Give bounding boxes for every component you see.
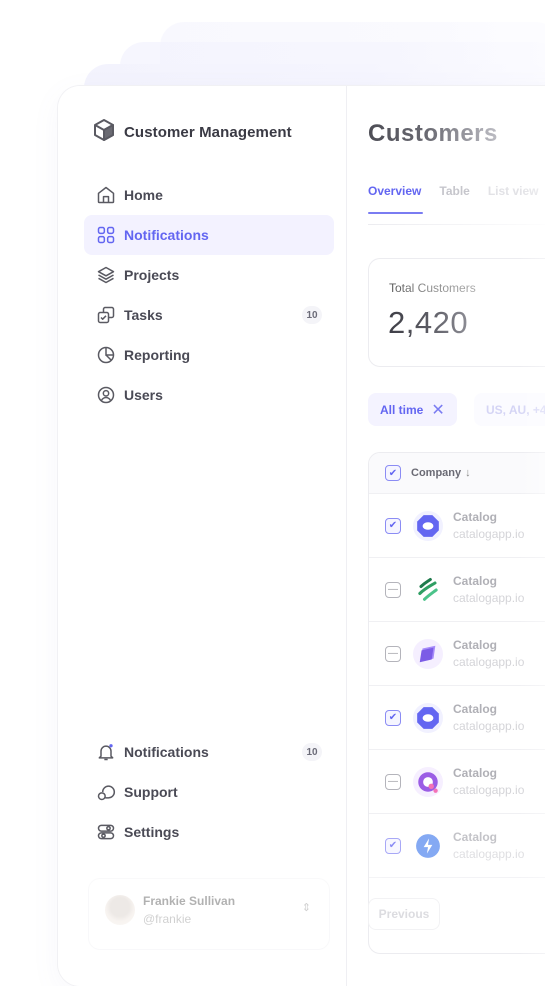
- row-checkbox[interactable]: —: [385, 645, 401, 662]
- table-row[interactable]: ✔ Catalog catalogapp.io: [369, 814, 545, 878]
- user-account-switcher[interactable]: Frankie Sullivan @frankie ⇕: [88, 878, 330, 950]
- sidebar-item-home[interactable]: Home: [84, 175, 334, 215]
- sidebar-item-settings[interactable]: Settings: [84, 812, 334, 852]
- row-checkbox[interactable]: ✔: [385, 517, 401, 534]
- close-icon[interactable]: ✕: [431, 400, 444, 420]
- tasks-icon: [96, 305, 116, 325]
- company-domain: catalogapp.io: [453, 591, 525, 605]
- tab-table[interactable]: Table: [439, 184, 469, 214]
- pie-chart-icon: [96, 345, 116, 365]
- filter-chip-all-time[interactable]: All time ✕: [368, 393, 457, 426]
- page-title: Customers: [368, 120, 498, 147]
- arrow-down-icon[interactable]: ↓: [465, 467, 471, 479]
- table-header: ✔ Company ↓: [369, 453, 545, 494]
- user-circle-icon: [96, 385, 116, 405]
- settings-toggle-icon: [96, 822, 116, 842]
- sidebar: Customer Management Home Notifications P…: [58, 86, 347, 986]
- tab-bar: Overview Table List view: [368, 184, 539, 214]
- company-name: Catalog: [453, 638, 498, 652]
- table-row[interactable]: — Catalog catalogapp.io: [369, 750, 545, 814]
- sidebar-item-notifications[interactable]: Notifications: [84, 215, 334, 255]
- layers-icon: [96, 265, 116, 285]
- sidebar-item-label: Tasks: [124, 307, 163, 323]
- sidebar-item-notifications-bottom[interactable]: Notifications 10: [84, 732, 334, 772]
- notifications-count-badge: 10: [302, 743, 322, 761]
- filter-chip-label: All time: [380, 402, 424, 417]
- avatar: [105, 895, 135, 925]
- company-name: Catalog: [453, 574, 498, 588]
- table-row[interactable]: — Catalog catalogapp.io: [369, 558, 545, 622]
- company-domain: catalogapp.io: [453, 527, 525, 541]
- company-domain: catalogapp.io: [453, 719, 525, 733]
- sidebar-bottom-nav: Notifications 10 Support Settings: [84, 732, 334, 852]
- sidebar-item-label: Home: [124, 187, 163, 203]
- cube-icon: [92, 118, 116, 147]
- company-name: Catalog: [453, 510, 498, 524]
- waves-logo-icon: [413, 575, 443, 605]
- sidebar-item-label: Settings: [124, 824, 180, 840]
- sidebar-item-label: Notifications: [124, 227, 209, 243]
- bolt-logo-icon: [413, 831, 443, 861]
- octagon-logo-icon: [413, 510, 443, 541]
- company-domain: catalogapp.io: [453, 847, 525, 861]
- company-name: Catalog: [453, 766, 498, 780]
- octagon-logo-icon: [413, 702, 443, 733]
- chevron-up-down-icon: ⇕: [301, 902, 311, 914]
- row-checkbox[interactable]: ✔: [385, 709, 401, 726]
- sidebar-item-projects[interactable]: Projects: [84, 255, 334, 295]
- sidebar-item-label: Support: [124, 784, 178, 800]
- table-row[interactable]: ✔ Catalog catalogapp.io: [369, 494, 545, 558]
- support-icon: [96, 782, 116, 802]
- sidebar-item-reporting[interactable]: Reporting: [84, 335, 334, 375]
- tab-list-view[interactable]: List view: [488, 184, 539, 214]
- select-all-checkbox[interactable]: ✔: [385, 465, 401, 481]
- row-checkbox[interactable]: —: [385, 773, 401, 790]
- sidebar-item-tasks[interactable]: Tasks 10: [84, 295, 334, 335]
- stat-label: Total Customers: [389, 281, 476, 295]
- main-content: Customers Overview Table List view Total…: [347, 86, 545, 986]
- tab-overview[interactable]: Overview: [368, 184, 424, 214]
- row-checkbox[interactable]: ✔: [385, 837, 401, 854]
- filter-chip-label: US, AU, +4: [486, 402, 545, 417]
- company-name: Catalog: [453, 702, 498, 716]
- row-checkbox[interactable]: —: [385, 581, 401, 598]
- sidebar-nav: Home Notifications Projects Tasks 10 Rep…: [84, 175, 334, 415]
- table-row[interactable]: ✔ Catalog catalogapp.io: [369, 686, 545, 750]
- sidebar-item-label: Notifications: [124, 744, 209, 760]
- bell-icon: [96, 742, 116, 762]
- sidebar-item-label: Projects: [124, 267, 180, 283]
- home-icon: [96, 185, 116, 205]
- app-title: Customer Management: [124, 124, 292, 141]
- sidebar-item-support[interactable]: Support: [84, 772, 334, 812]
- app-window: Customer Management Home Notifications P…: [58, 86, 545, 986]
- tasks-count-badge: 10: [302, 306, 322, 324]
- layers-logo-icon: [413, 638, 443, 669]
- stat-value: 2,420: [388, 305, 469, 340]
- table-row[interactable]: — Catalog catalogapp.io: [369, 622, 545, 686]
- brand[interactable]: Customer Management: [92, 118, 292, 147]
- company-domain: catalogapp.io: [453, 655, 525, 669]
- user-handle: @frankie: [143, 912, 192, 926]
- company-name: Catalog: [453, 830, 498, 844]
- q-logo-icon: [413, 766, 443, 797]
- grid-icon: [96, 225, 116, 245]
- sidebar-item-label: Users: [124, 387, 163, 403]
- company-domain: catalogapp.io: [453, 783, 525, 797]
- tabs-divider: [368, 224, 545, 225]
- filter-chip-region[interactable]: US, AU, +4: [474, 393, 545, 426]
- user-name: Frankie Sullivan: [143, 894, 236, 908]
- sidebar-item-label: Reporting: [124, 347, 191, 363]
- column-header-company[interactable]: Company: [411, 467, 461, 479]
- previous-page-button[interactable]: Previous: [368, 898, 440, 930]
- customers-table: ✔ Company ↓ ✔ Catalog catalogapp.io — Cat…: [368, 452, 545, 954]
- total-customers-card: Total Customers 2,420: [368, 258, 545, 367]
- sidebar-item-users[interactable]: Users: [84, 375, 334, 415]
